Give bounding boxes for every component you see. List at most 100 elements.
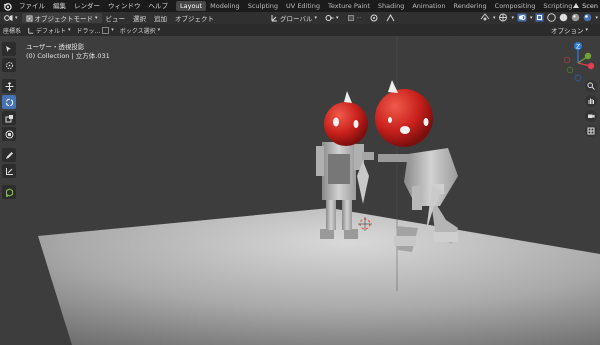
box-select-dropdown[interactable]: ボックス選択 ▾ bbox=[117, 26, 163, 35]
snap-toggle[interactable]: ⋯ bbox=[343, 13, 366, 23]
menu-window[interactable]: ウィンドウ bbox=[104, 0, 145, 12]
pivot-icon bbox=[325, 15, 334, 21]
xray-toggle-icon[interactable] bbox=[535, 13, 544, 22]
gizmo-toggle-icon[interactable] bbox=[498, 13, 508, 22]
tab-modeling[interactable]: Modeling bbox=[206, 0, 244, 12]
transform-orientation-selector[interactable]: グローバル ▾ bbox=[266, 13, 321, 23]
menu-object[interactable]: オブジェクト bbox=[171, 13, 218, 23]
solid-shading-icon[interactable] bbox=[559, 13, 568, 22]
visibility-icon[interactable] bbox=[480, 13, 490, 22]
zoom-button[interactable] bbox=[585, 80, 597, 92]
left-toolbar bbox=[2, 42, 16, 199]
gizmo-y-axis bbox=[584, 52, 592, 60]
menu-render[interactable]: レンダー bbox=[70, 0, 104, 12]
tab-animation[interactable]: Animation bbox=[408, 0, 449, 12]
gizmo-neg-z-axis bbox=[574, 74, 582, 82]
orientation-dropdown[interactable]: デフォルト ▾ bbox=[24, 26, 74, 35]
camera-view-button[interactable] bbox=[585, 110, 597, 122]
chevron-down-icon: ▾ bbox=[111, 27, 114, 33]
tab-uv-editing[interactable]: UV Editing bbox=[282, 0, 324, 12]
top-menu-bar: ファイル 編集 レンダー ウィンドウ ヘルプ Layout Modeling S… bbox=[0, 0, 600, 12]
falloff-selector[interactable] bbox=[382, 13, 399, 23]
chevron-down-icon: ▾ bbox=[585, 27, 588, 33]
chevron-down-icon: ▾ bbox=[492, 14, 496, 21]
snap-magnet-icon bbox=[347, 15, 354, 21]
navigation-buttons bbox=[585, 80, 597, 137]
orientation-label: グローバル bbox=[280, 15, 313, 23]
material-shading-icon[interactable] bbox=[571, 13, 580, 22]
blender-logo-icon[interactable] bbox=[2, 1, 12, 11]
rotate-tool[interactable] bbox=[2, 95, 16, 109]
chevron-down-icon: ▾ bbox=[68, 27, 71, 33]
chevron-down-icon: ▾ bbox=[529, 14, 533, 21]
crosshair-icon bbox=[5, 61, 13, 69]
menu-edit[interactable]: 編集 bbox=[49, 0, 70, 12]
pivot-point-selector[interactable]: ▾ bbox=[321, 13, 343, 23]
cursor-tool[interactable] bbox=[2, 58, 16, 72]
perspective-toggle-button[interactable] bbox=[585, 125, 597, 137]
drag-label: ドラッ... bbox=[76, 27, 101, 35]
scale-tool[interactable] bbox=[2, 111, 16, 125]
falloff-curve-icon bbox=[386, 14, 394, 22]
snap-increment-label: ⋯ bbox=[356, 15, 362, 21]
scale-icon bbox=[5, 114, 13, 122]
gizmo-z-label: Z bbox=[576, 44, 580, 51]
options-dropdown[interactable]: オプション ▾ bbox=[547, 25, 592, 35]
drag-dropdown[interactable]: ドラッ... ▾ bbox=[74, 26, 117, 35]
tab-texture-paint[interactable]: Texture Paint bbox=[324, 0, 374, 12]
orientation-axes-icon bbox=[28, 27, 34, 34]
viewport-3d[interactable]: ユーザー・透視投影 (0) Collection | 立方体.031 bbox=[0, 36, 600, 345]
tab-scripting[interactable]: Scripting bbox=[539, 0, 576, 12]
add-cube-icon bbox=[5, 187, 13, 197]
tab-sculpting[interactable]: Sculpting bbox=[244, 0, 282, 12]
overlays-toggle-icon[interactable] bbox=[517, 13, 527, 22]
pan-button[interactable] bbox=[585, 95, 597, 107]
mode-label: オブジェクトモード bbox=[34, 15, 94, 23]
tab-shading[interactable]: Shading bbox=[374, 0, 408, 12]
editor-type-button[interactable]: ▾ bbox=[0, 13, 22, 23]
collection-info-label: (0) Collection | 立方体.031 bbox=[26, 52, 110, 60]
scene-name: Scen bbox=[582, 2, 598, 10]
gizmo-neg-x-axis bbox=[563, 56, 571, 64]
move-tool[interactable] bbox=[2, 79, 16, 93]
rotate-icon bbox=[5, 98, 13, 106]
chevron-down-icon: ▾ bbox=[511, 14, 514, 21]
transform-icon bbox=[5, 130, 13, 138]
options-label: オプション bbox=[550, 27, 584, 35]
move-arrows-icon bbox=[5, 81, 13, 91]
transform-tool[interactable] bbox=[2, 127, 16, 141]
select-box-tool[interactable] bbox=[2, 42, 16, 56]
menu-help[interactable]: ヘルプ bbox=[145, 0, 173, 12]
menu-select[interactable]: 選択 bbox=[129, 13, 150, 23]
viewport-header: ▾ オブジェクトモード ▾ ビュー 選択 追加 オブジェクト グローバル ▾ ▾… bbox=[0, 12, 600, 24]
coordinate-system-label: 座標系 bbox=[3, 27, 22, 35]
add-cube-tool[interactable] bbox=[2, 185, 16, 199]
orientation-axes-icon bbox=[271, 15, 278, 22]
navigation-gizmo[interactable]: Z bbox=[556, 36, 600, 86]
annotate-tool[interactable] bbox=[2, 148, 16, 162]
mode-selector[interactable]: オブジェクトモード ▾ bbox=[21, 13, 102, 23]
magnifier-icon bbox=[587, 82, 595, 90]
scene-icon bbox=[573, 3, 580, 8]
pencil-icon bbox=[5, 151, 13, 159]
scene-selector[interactable]: Scen bbox=[572, 0, 600, 12]
cursor-arrow-icon bbox=[6, 46, 11, 52]
rendered-shading-icon[interactable] bbox=[583, 13, 592, 22]
menu-add[interactable]: 追加 bbox=[150, 13, 171, 23]
gizmo-neg-y-axis bbox=[566, 66, 574, 74]
measure-tool[interactable] bbox=[2, 164, 16, 178]
menu-file[interactable]: ファイル bbox=[15, 0, 49, 12]
tab-compositing[interactable]: Compositing bbox=[491, 0, 540, 12]
object-mode-icon bbox=[26, 15, 33, 21]
grid-icon bbox=[587, 127, 595, 135]
chevron-down-icon: ▾ bbox=[95, 15, 98, 21]
wireframe-shading-icon[interactable] bbox=[547, 13, 557, 22]
box-select-label: ボックス選択 bbox=[119, 27, 156, 35]
view3d-editor-icon bbox=[4, 15, 13, 21]
tab-layout[interactable]: Layout bbox=[176, 1, 207, 11]
menu-view[interactable]: ビュー bbox=[102, 13, 130, 23]
tab-rendering[interactable]: Rendering bbox=[449, 0, 490, 12]
tool-settings-bar: 座標系 デフォルト ▾ ドラッ... ▾ ボックス選択 ▾ bbox=[0, 24, 600, 36]
chevron-down-icon: ▾ bbox=[15, 15, 18, 21]
proportional-edit-toggle[interactable] bbox=[366, 13, 382, 23]
